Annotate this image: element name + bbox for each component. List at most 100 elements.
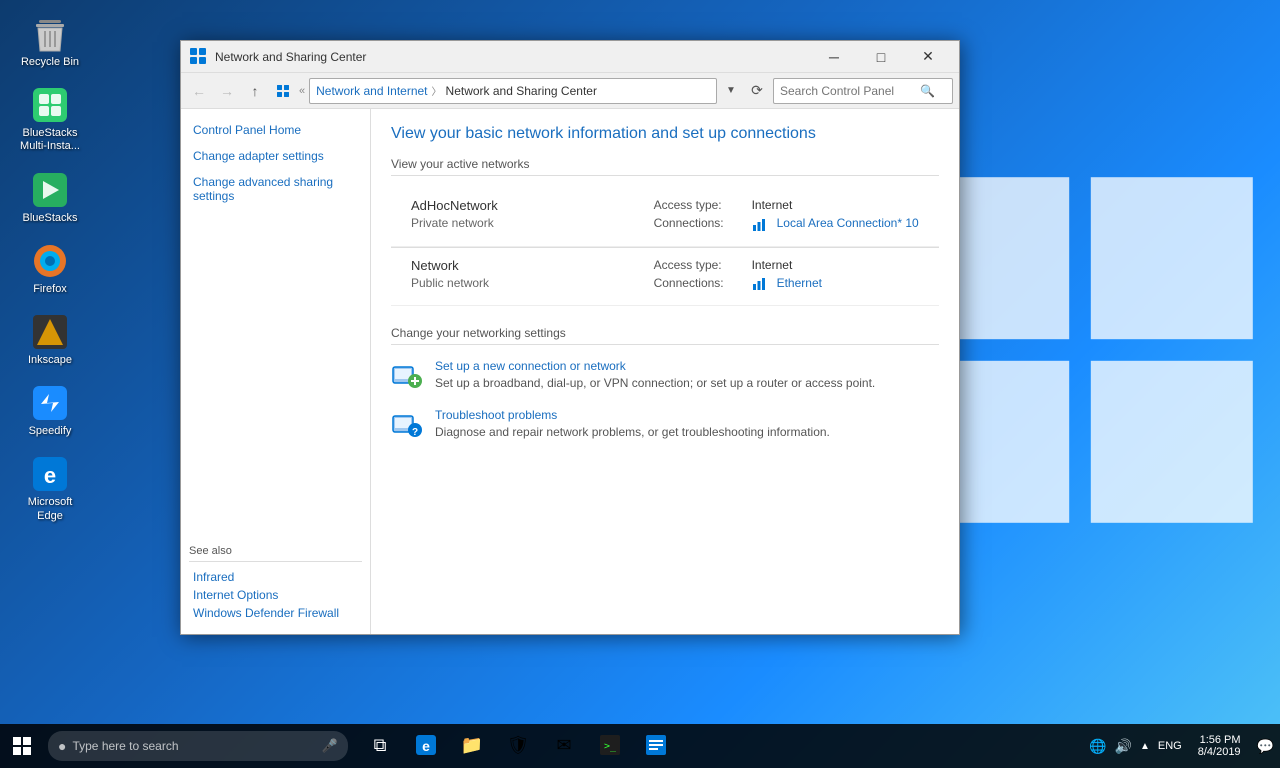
network-info-cell: Access type: Internet Connections:	[638, 248, 939, 306]
maximize-button[interactable]: □	[858, 41, 904, 73]
network-conn-icon	[752, 276, 769, 292]
svg-text:e: e	[44, 463, 56, 488]
adhoc-access-value: Internet	[752, 198, 793, 212]
desktop-icon-inkscape[interactable]: Inkscape	[10, 308, 90, 371]
network-name: Network	[411, 258, 622, 273]
taskbar-shield[interactable]: 🛡	[496, 724, 540, 768]
app6-icon	[646, 735, 666, 755]
speedify-label: Speedify	[29, 425, 72, 438]
network-conn-row: Connections: Ethernet	[654, 276, 923, 292]
desktop-icon-edge[interactable]: e Microsoft Edge	[10, 450, 90, 526]
taskbar-apps: ⧉ e 📁 🛡 ✉ >_	[358, 724, 678, 768]
mail-taskbar-icon: ✉	[556, 735, 571, 756]
setup-connection-link[interactable]: Set up a new connection or network	[435, 359, 939, 373]
desktop-icon-bluestacks[interactable]: BlueStacks	[10, 166, 90, 229]
lang-icon: ENG	[1158, 740, 1182, 752]
search-bar: 🔍	[773, 78, 953, 104]
up-button[interactable]: ↑	[243, 79, 267, 103]
taskbar-task-view[interactable]: ⧉	[358, 724, 402, 768]
inkscape-label: Inkscape	[28, 354, 72, 367]
adhoc-conn-icon	[752, 216, 769, 232]
recycle-bin-icon	[30, 14, 70, 54]
taskbar-clock[interactable]: 1:56 PM 8/4/2019	[1190, 734, 1249, 758]
taskbar-edge[interactable]: e	[404, 724, 448, 768]
breadcrumb-bar: Network and Internet 〉 Network and Shari…	[309, 78, 717, 104]
refresh-button[interactable]: ⟳	[745, 79, 769, 103]
nav-change-adapter[interactable]: Change adapter settings	[189, 147, 362, 165]
adhoc-conn-row: Connections: Local Area Connection* 10	[654, 216, 923, 232]
taskbar-search-input[interactable]	[72, 739, 312, 753]
troubleshoot-link[interactable]: Troubleshoot problems	[435, 408, 939, 422]
adhoc-info-cell: Access type: Internet Connections:	[638, 188, 939, 246]
adhoc-network-name: AdHocNetwork	[411, 198, 622, 213]
edge-label: Microsoft Edge	[14, 496, 86, 522]
network-tray-icon[interactable]: 🌐	[1089, 738, 1106, 755]
setup-connection-text: Set up a new connection or network Set u…	[435, 359, 939, 392]
network-access-value: Internet	[752, 258, 793, 272]
adhoc-access-row: Access type: Internet	[654, 198, 923, 212]
setup-connection-icon	[391, 359, 423, 391]
desktop-icons-container: Recycle Bin BlueStacks Multi-Insta...	[10, 10, 90, 527]
adhoc-conn-label: Connections:	[654, 216, 744, 232]
desktop-icon-firefox[interactable]: Firefox	[10, 237, 90, 300]
adhoc-conn-link[interactable]: Local Area Connection* 10	[777, 216, 919, 232]
taskbar-tray: 🌐 🔊 ▲ ENG 1:56 PM 8/4/2019 💬	[1089, 734, 1280, 758]
desktop-icon-speedify[interactable]: Speedify	[10, 379, 90, 442]
troubleshoot-icon: ?	[391, 408, 423, 440]
bluestacks-label: BlueStacks	[22, 212, 77, 225]
nav-change-advanced[interactable]: Change advanced sharing settings	[189, 173, 362, 205]
terminal-icon: >_	[600, 735, 620, 755]
svg-text:e: e	[422, 738, 430, 754]
nav-windows-defender-firewall[interactable]: Windows Defender Firewall	[189, 604, 362, 622]
breadcrumb-icon-btn[interactable]	[271, 79, 295, 103]
adhoc-name-cell: AdHocNetwork Private network	[391, 188, 638, 246]
inkscape-icon	[30, 312, 70, 352]
main-content: View your basic network information and …	[371, 109, 959, 634]
chevron-tray-icon[interactable]: ▲	[1140, 741, 1150, 752]
taskbar-app6[interactable]	[634, 724, 678, 768]
breadcrumb-separator: 〉	[432, 83, 442, 98]
network-access-label: Access type:	[654, 258, 744, 272]
speaker-tray-icon[interactable]: 🔊	[1115, 738, 1132, 755]
taskbar-terminal[interactable]: >_	[588, 724, 632, 768]
window-titlebar: Network and Sharing Center ─ □ ✕	[181, 41, 959, 73]
network-name-cell: Network Public network	[391, 248, 638, 306]
breadcrumb-dropdown-button[interactable]: ▼	[721, 78, 741, 104]
nav-internet-options[interactable]: Internet Options	[189, 586, 362, 604]
address-bar: ← → ↑ « Network and Internet 〉 Network a…	[181, 73, 959, 109]
edge-taskbar-icon: e	[416, 735, 436, 755]
desktop-icon-recycle-bin[interactable]: Recycle Bin	[10, 10, 90, 73]
breadcrumb-network-internet[interactable]: Network and Internet	[316, 84, 427, 98]
forward-button[interactable]: →	[215, 79, 239, 103]
svg-text:>_: >_	[604, 741, 617, 752]
start-button[interactable]	[0, 724, 44, 768]
desktop-icon-bluestacks-multi[interactable]: BlueStacks Multi-Insta...	[10, 81, 90, 157]
close-button[interactable]: ✕	[905, 41, 951, 73]
breadcrumb-current: Network and Sharing Center	[446, 84, 597, 98]
recycle-bin-label: Recycle Bin	[21, 56, 79, 69]
network-access-row: Access type: Internet	[654, 258, 923, 272]
bluestacks-multi-icon	[30, 85, 70, 125]
bluestacks-multi-label: BlueStacks Multi-Insta...	[14, 127, 86, 153]
change-settings-header: Change your networking settings	[391, 326, 939, 345]
networks-table: AdHocNetwork Private network Access type…	[391, 188, 939, 306]
edge-icon: e	[30, 454, 70, 494]
firefox-label: Firefox	[33, 283, 67, 296]
setup-connection-desc: Set up a broadband, dial-up, or VPN conn…	[435, 376, 875, 390]
back-button[interactable]: ←	[187, 79, 211, 103]
window-title: Network and Sharing Center	[215, 50, 811, 64]
minimize-button[interactable]: ─	[811, 41, 857, 73]
troubleshoot-desc: Diagnose and repair network problems, or…	[435, 425, 830, 439]
nav-infrared[interactable]: Infrared	[189, 568, 362, 586]
task-view-icon: ⧉	[374, 735, 387, 756]
nav-control-panel-home[interactable]: Control Panel Home	[189, 121, 362, 139]
taskbar-search-box[interactable]: ● 🎤	[48, 731, 348, 761]
taskbar-explorer[interactable]: 📁	[450, 724, 494, 768]
network-sharing-window: Network and Sharing Center ─ □ ✕ ← → ↑ «	[180, 40, 960, 635]
search-input[interactable]	[780, 84, 920, 98]
network-row-network: Network Public network Access type: Inte…	[391, 248, 939, 306]
taskbar-mail[interactable]: ✉	[542, 724, 586, 768]
network-conn-link[interactable]: Ethernet	[777, 276, 822, 292]
taskbar-search-icon: ●	[58, 738, 66, 754]
notification-icon[interactable]: 💬	[1257, 738, 1274, 755]
